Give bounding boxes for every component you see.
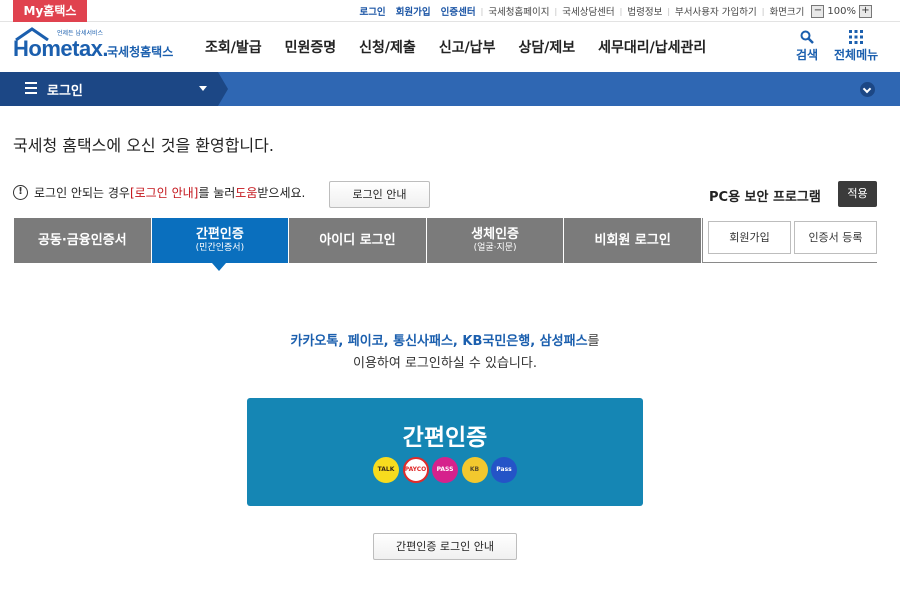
chevron-down-icon[interactable] [860, 82, 875, 97]
grid-menu-icon [849, 30, 864, 44]
provider-icons: TALK PAYCO PASS KB Pass [373, 457, 521, 483]
all-menu-button[interactable]: 전체메뉴 [834, 30, 878, 63]
tab-guest-login[interactable]: 비회원 로그인 [564, 218, 701, 263]
tab-label: 공동·금융인증서 [37, 233, 127, 248]
pc-security-label: PC용 보안 프로그램 [709, 190, 821, 205]
providers-list: 카카오톡, 페이코, 통신사패스, KB국민은행, 삼성패스 [290, 334, 588, 349]
search-button[interactable]: 검색 [796, 30, 818, 63]
caret-down-icon [199, 86, 207, 91]
location-arrow [218, 72, 228, 106]
notice-text-1: 로그인 안되는 경우 [34, 185, 130, 200]
simple-auth-guide-button[interactable]: 간편인증 로그인 안내 [373, 533, 517, 560]
tab-label: 간편인증 [195, 227, 244, 242]
zoom-value: 100% [827, 5, 856, 17]
nav-apply-submit[interactable]: 신청/제출 [359, 37, 416, 57]
screen-size-label: 화면크기 [769, 7, 805, 18]
location-selector[interactable]: 로그인 [0, 72, 218, 106]
logo-subtitle: 국세청홈택스 [107, 45, 174, 59]
providers-info-line: 카카오톡, 페이코, 통신사패스, KB국민은행, 삼성패스를 [0, 330, 890, 349]
nav-certificate[interactable]: 민원증명 [285, 37, 337, 57]
tab-label: 생체인증 [471, 227, 519, 242]
cert-center-link[interactable]: 인증센터 [436, 4, 481, 18]
login-info-line: 이용하여 로그인하실 수 있습니다. [353, 356, 537, 371]
tab-joint-financial-cert[interactable]: 공동·금융인증서 [14, 218, 151, 263]
tab-underline [702, 262, 877, 263]
login-guide-button[interactable]: 로그인 안내 [329, 181, 430, 208]
security-apply-button[interactable]: 적용 [838, 181, 877, 207]
search-label: 검색 [796, 48, 819, 62]
main-nav: 조회/발급 민원증명 신청/제출 신고/납부 상담/제보 세무대리/납세관리 [205, 22, 729, 72]
nav-report-pay[interactable]: 신고/납부 [439, 37, 496, 57]
samsung-pass-icon: Pass [491, 457, 517, 483]
nav-tax-agent[interactable]: 세무대리/납세관리 [598, 37, 706, 57]
location-bar: 로그인 [0, 72, 900, 106]
tax-consult-link[interactable]: 국세상담센터 [557, 4, 619, 18]
tab-label: 아이디 로그인 [319, 233, 396, 248]
hamburger-icon [25, 82, 37, 94]
main-header: 언제든 납세서비스 Hometax. 국세청홈택스 조회/발급 민원증명 신청/… [0, 22, 900, 72]
search-icon [800, 30, 814, 44]
payco-icon: PAYCO [402, 457, 429, 483]
notice-text-3: 받으세요. [257, 185, 306, 200]
tab-simple-auth[interactable]: 간편인증 (민간인증서) [151, 218, 289, 271]
kakaotalk-icon: TALK [373, 457, 399, 483]
tab-sublabel: (민간인증서) [195, 243, 245, 253]
welcome-heading: 국세청 홈택스에 오신 것을 환영합니다. [13, 136, 274, 155]
zoom-control: − 100% + [811, 4, 872, 18]
law-info-link[interactable]: 법령정보 [622, 4, 667, 18]
tab-biometric[interactable]: 생체인증 (얼굴·지문) [426, 218, 564, 263]
location-title: 로그인 [47, 84, 83, 99]
kb-bank-icon: KB [461, 457, 488, 483]
tab-label: 비회원 로그인 [594, 233, 671, 248]
nav-consult-report[interactable]: 상담/제보 [518, 37, 575, 57]
hometax-logo[interactable]: 언제든 납세서비스 Hometax. 국세청홈택스 [13, 27, 178, 65]
providers-tail: 를 [587, 334, 600, 349]
tab-sublabel: (얼굴·지문) [473, 243, 517, 253]
tab-id-login[interactable]: 아이디 로그인 [289, 218, 426, 263]
signup-link[interactable]: 회원가입 [391, 4, 436, 18]
notice-text-2: 를 눌러 [198, 185, 236, 200]
zoom-in-button[interactable]: + [859, 4, 872, 18]
my-hometax-tab[interactable]: My홈택스 [13, 0, 87, 22]
zoom-out-button[interactable]: − [811, 4, 825, 18]
dept-user-signup-link[interactable]: 부서사용자 가입하기 [670, 4, 762, 18]
notice-help-highlight: 도움 [235, 185, 258, 200]
simple-auth-title: 간편인증 [402, 425, 488, 451]
login-method-tabs: 공동·금융인증서 간편인증 (민간인증서) 아이디 로그인 생체인증 (얼굴·지… [14, 218, 702, 271]
all-menu-label: 전체메뉴 [834, 48, 879, 62]
login-help-notice: ! 로그인 안되는 경우 [로그인 안내] 를 눌러 도움 받으세요. [13, 182, 305, 202]
signup-button[interactable]: 회원가입 [708, 221, 791, 254]
pass-icon: PASS [432, 457, 458, 483]
tab-divider [702, 218, 703, 263]
exclamation-icon: ! [13, 184, 28, 200]
cert-register-button[interactable]: 인증서 등록 [794, 221, 877, 254]
utility-bar: My홈택스 로그인 회원가입 인증센터 | 국세청홈페이지 | 국세상담센터 |… [0, 0, 900, 22]
simple-auth-button[interactable]: 간편인증 TALK PAYCO PASS KB Pass [247, 398, 643, 506]
nav-inquiry-issue[interactable]: 조회/발급 [205, 37, 262, 57]
nts-homepage-link[interactable]: 국세청홈페이지 [483, 4, 554, 18]
notice-login-guide-highlight: [로그인 안내] [129, 185, 199, 200]
utility-links: 로그인 회원가입 인증센터 | 국세청홈페이지 | 국세상담센터 | 법령정보 … [354, 0, 872, 22]
login-link[interactable]: 로그인 [354, 4, 390, 18]
logo-wordmark: Hometax. [13, 36, 109, 61]
